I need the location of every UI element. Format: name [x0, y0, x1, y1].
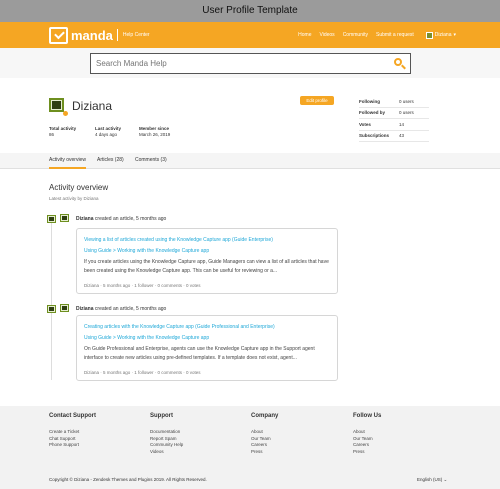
- badge-icon: [63, 111, 68, 116]
- site-header: manda Help Center Home Videos Community …: [0, 22, 500, 48]
- edit-profile-button[interactable]: Edit profile: [300, 96, 334, 105]
- search-box: [90, 53, 411, 74]
- footer-link[interactable]: Videos: [150, 449, 183, 456]
- chevron-down-icon: ▾: [453, 32, 456, 38]
- logo-check-icon: [49, 26, 68, 44]
- nav-home[interactable]: Home: [298, 32, 311, 38]
- activity-action: created an article, 5 months ago: [94, 216, 167, 222]
- user-menu-name: Diziana: [434, 32, 452, 38]
- profile-name: Diziana: [72, 99, 113, 113]
- copyright-text: Copyright © Diziana - Zendesk Themes and…: [49, 477, 207, 482]
- stat-following[interactable]: Following 0 users: [359, 96, 429, 108]
- footer-column-company: Company About Our Team Careers Press: [251, 413, 279, 456]
- user-menu[interactable]: Diziana ▾: [425, 31, 456, 39]
- footer-column-support: Support Documentation Report Spam Commun…: [150, 413, 184, 456]
- timeline-line: [51, 220, 52, 380]
- article-breadcrumb[interactable]: Using Guide > Working with the Knowledge…: [84, 335, 209, 341]
- article-excerpt: On Guide Professional and Enterprise, ag…: [84, 346, 315, 361]
- article-excerpt: If you create articles using the Knowled…: [84, 259, 329, 274]
- activity-icon: [47, 305, 58, 315]
- activity-header: Diziana created an article, 5 months ago: [76, 306, 166, 312]
- activity-icon: [47, 215, 58, 225]
- activity-card: Viewing a list of articles created using…: [76, 228, 338, 294]
- search-icon[interactable]: [393, 57, 406, 70]
- footer-link[interactable]: Press: [353, 449, 381, 456]
- activity-header: Diziana created an article, 5 months ago: [76, 216, 166, 222]
- user-avatar-icon: [425, 31, 433, 39]
- top-nav: Home Videos Community Submit a request D…: [298, 22, 456, 48]
- stat-votes: Votes 14: [359, 119, 429, 131]
- nav-videos[interactable]: Videos: [319, 32, 334, 38]
- profile-side-stats: Following 0 users Followed by 0 users Vote…: [359, 96, 429, 142]
- footer-link[interactable]: Phone Support: [49, 442, 96, 449]
- stat-total-activity: Total activity 86: [49, 126, 77, 137]
- footer-link[interactable]: Press: [251, 449, 278, 456]
- activity-author[interactable]: Diziana: [76, 306, 94, 312]
- stat-followed-by[interactable]: Followed by 0 users: [359, 108, 429, 119]
- article-title-link[interactable]: Viewing a list of articles created using…: [84, 237, 273, 243]
- activity-author[interactable]: Diziana: [76, 216, 94, 222]
- author-avatar-icon: [60, 304, 71, 314]
- article-meta: Diziana · 5 months ago · 1 follower · 0 …: [84, 370, 201, 375]
- stat-member-since: Member since March 26, 2019: [139, 126, 171, 137]
- language-selector[interactable]: English (US) ⌄: [417, 477, 447, 483]
- logo-text: manda: [71, 27, 113, 43]
- search-input[interactable]: [91, 54, 381, 73]
- tab-comments[interactable]: Comments (3): [135, 157, 167, 169]
- window-title: User Profile Template: [0, 0, 500, 22]
- logo-subtitle: Help Center: [122, 32, 150, 38]
- stat-last-activity: Last activity 4 days ago: [95, 126, 122, 137]
- nav-community[interactable]: Community: [343, 32, 368, 38]
- section-subtitle: Latest activity by Diziana: [49, 196, 99, 201]
- footer-column-contact: Contact Support Create a Ticket Chat Sup…: [49, 413, 96, 449]
- section-title: Activity overview: [49, 183, 109, 192]
- article-meta: Diziana · 5 months ago · 1 follower · 0 …: [84, 283, 201, 288]
- logo-divider: [116, 29, 118, 41]
- stat-subscriptions[interactable]: Subscriptions 43: [359, 131, 429, 142]
- tab-activity-overview[interactable]: Activity overview: [49, 157, 86, 169]
- activity-action: created an article, 5 months ago: [94, 306, 167, 312]
- author-avatar-icon: [60, 214, 71, 224]
- logo[interactable]: manda Help Center: [49, 25, 150, 45]
- activity-card: Creating articles with the Knowledge Cap…: [76, 315, 338, 381]
- profile-avatar: [49, 98, 68, 116]
- profile-tabs: Activity overview Articles (28) Comments…: [0, 153, 500, 169]
- nav-submit-request[interactable]: Submit a request: [376, 32, 414, 38]
- article-breadcrumb[interactable]: Using Guide > Working with the Knowledge…: [84, 248, 209, 254]
- tab-articles[interactable]: Articles (28): [97, 157, 124, 169]
- footer-column-follow: Follow Us About Our Team Careers Press: [353, 413, 382, 456]
- article-title-link[interactable]: Creating articles with the Knowledge Cap…: [84, 324, 275, 330]
